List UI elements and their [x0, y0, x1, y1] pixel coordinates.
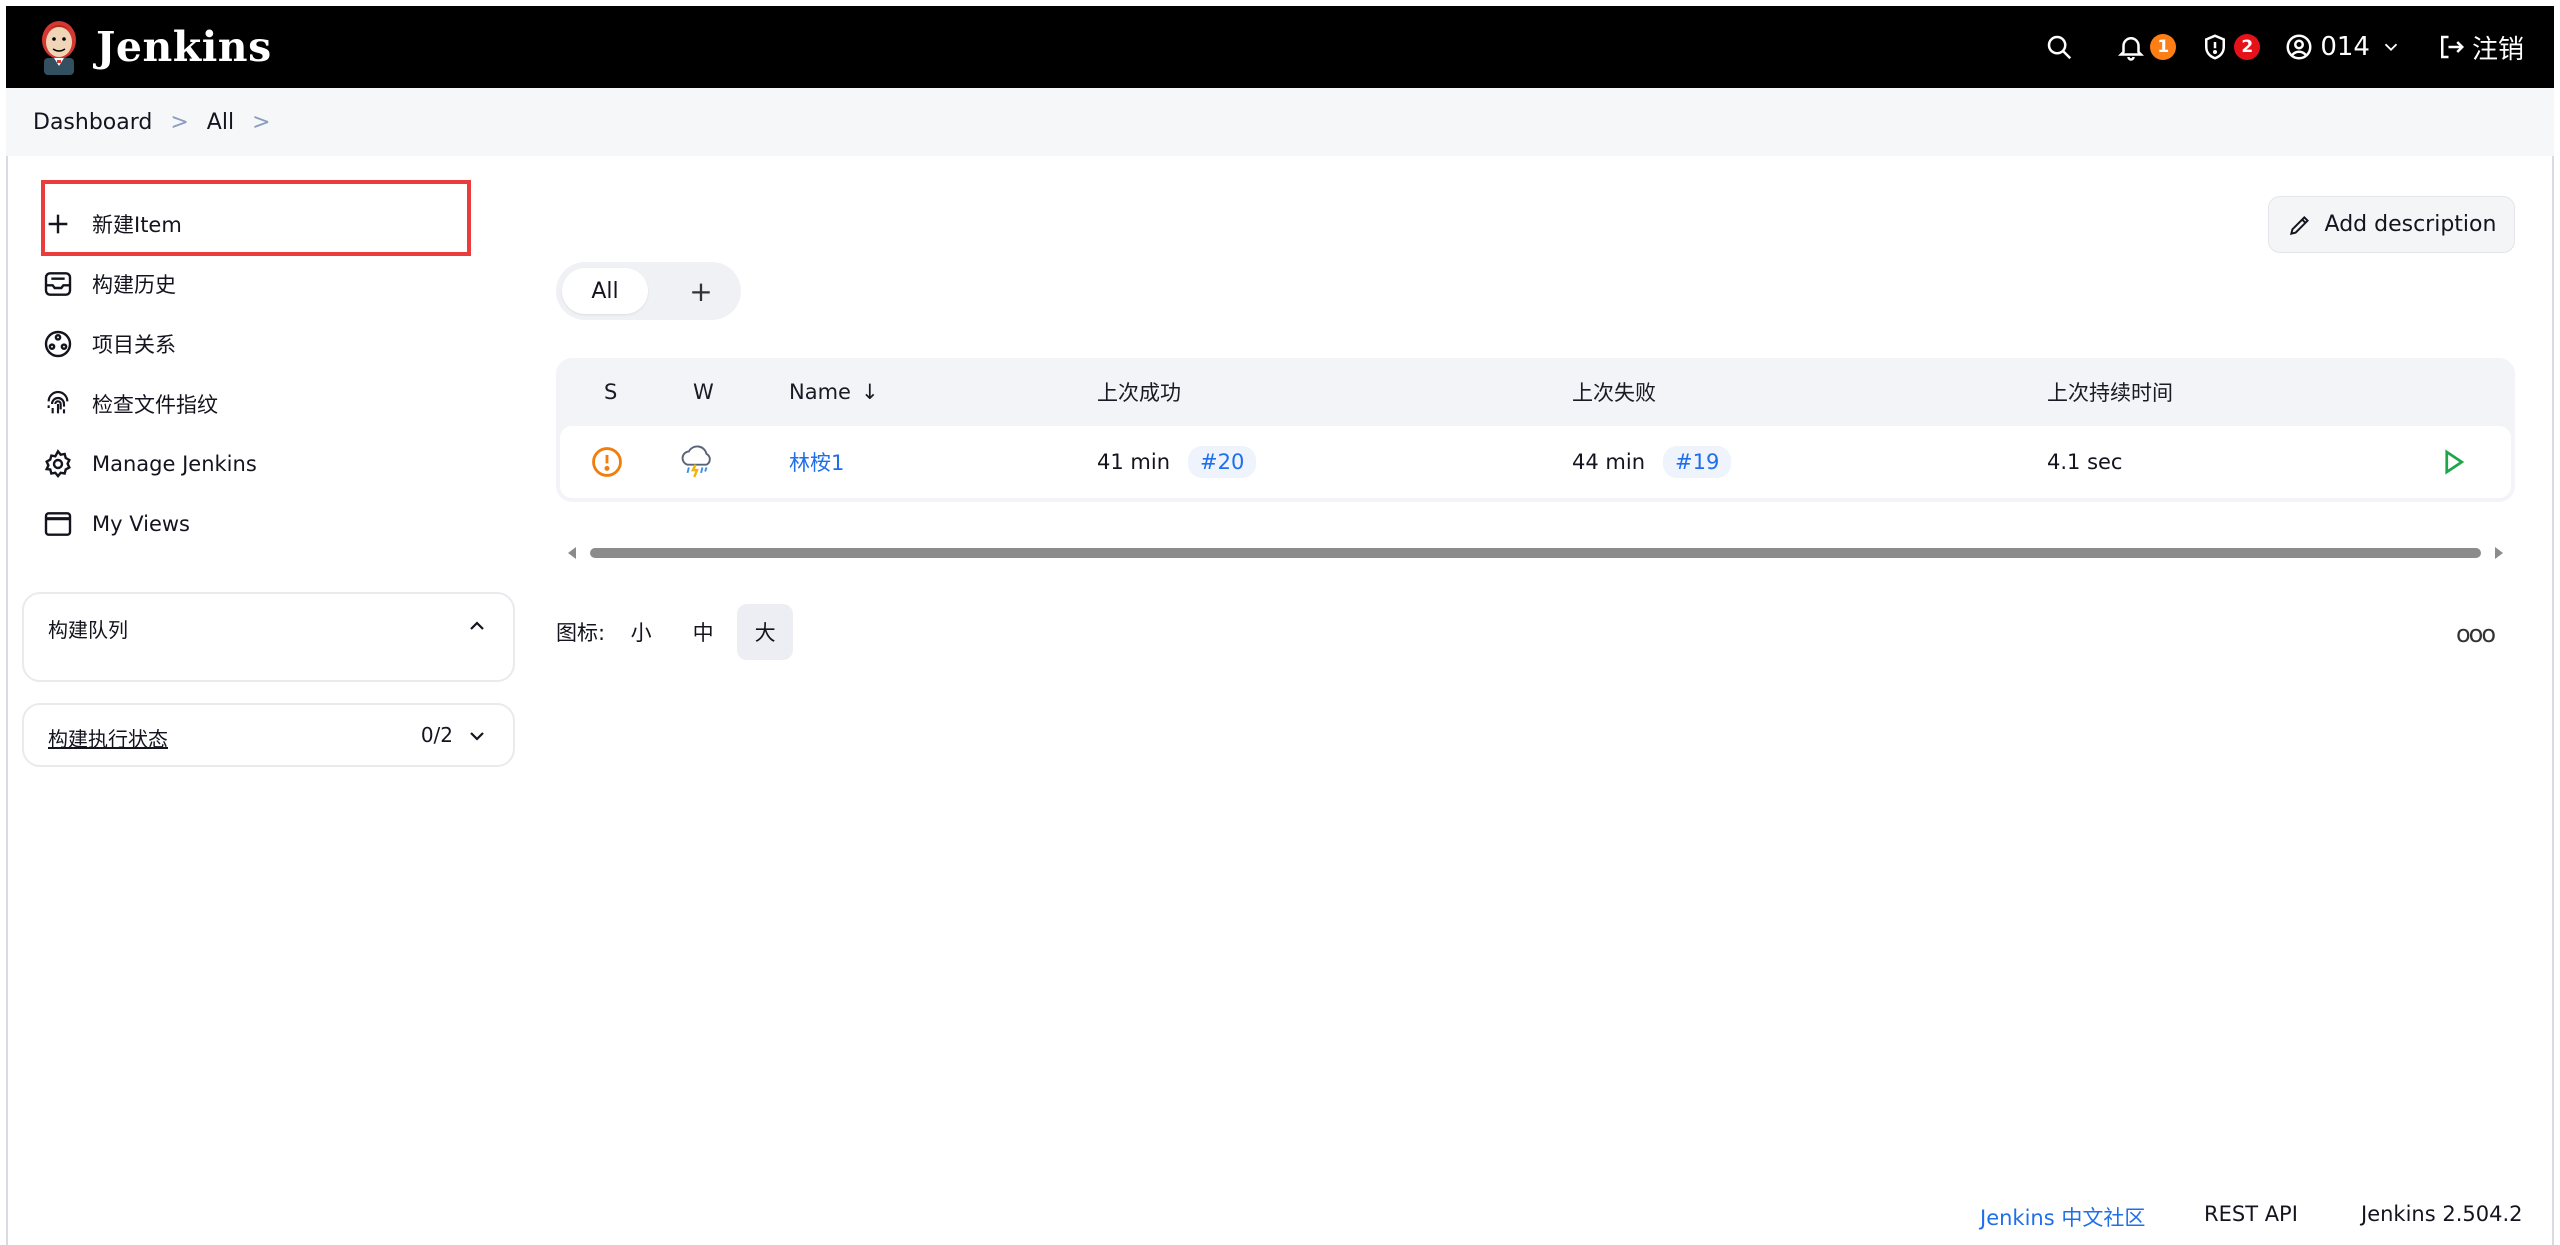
icon-size-label: 图标:: [556, 621, 606, 645]
logout-label: 注销: [2471, 34, 2524, 65]
column-name[interactable]: Name ↓: [789, 358, 879, 426]
job-name-cell: 林桉1: [789, 426, 844, 498]
jobs-table: S W Name ↓ 上次成功 上次失败 上次持续时间 林桉1 41 min #…: [556, 358, 2515, 502]
user-name: 014: [2320, 32, 2370, 62]
inbox-icon: [44, 272, 72, 296]
logout-button[interactable]: 注销: [2436, 29, 2524, 66]
executors-pane: 构建执行状态 0/2: [22, 703, 515, 767]
task-label: 检查文件指纹: [92, 393, 218, 417]
footer-rest-api-link[interactable]: REST API: [2204, 1202, 2298, 1226]
security-button[interactable]: 2: [2200, 32, 2261, 62]
notifications-button[interactable]: 1: [2116, 32, 2177, 62]
header-actions: 1 2 014 注销: [2044, 29, 2524, 66]
column-weather[interactable]: W: [693, 358, 714, 426]
icon-size-selector: 图标: 小 中 大: [556, 604, 794, 660]
last-failure-build-link[interactable]: #19: [1663, 446, 1732, 478]
security-badge: 2: [2234, 34, 2261, 60]
icon-size-medium[interactable]: 中: [675, 604, 731, 660]
jenkins-butler-icon: [42, 21, 76, 75]
task-manage-jenkins[interactable]: Manage Jenkins: [42, 438, 257, 490]
footer-version[interactable]: Jenkins 2.504.2: [2361, 1202, 2523, 1226]
column-status[interactable]: S: [604, 358, 617, 426]
logout-icon: [2440, 35, 2465, 59]
task-label: Manage Jenkins: [92, 452, 257, 476]
column-name-label: Name: [789, 380, 851, 404]
icon-size-large[interactable]: 大: [737, 604, 794, 660]
gear-icon: [44, 449, 71, 479]
pencil-icon: [2289, 215, 2309, 235]
search-icon: [2048, 35, 2072, 60]
task-label: My Views: [92, 512, 190, 536]
shield-icon: [2205, 34, 2226, 60]
fingerprint-icon: [47, 390, 69, 414]
build-queue-title: 构建队列: [48, 618, 128, 642]
view-tabs: All +: [556, 262, 741, 320]
tab-all[interactable]: All: [562, 268, 648, 314]
bell-icon: [2118, 37, 2145, 61]
chevron-down-icon: [2384, 43, 2398, 52]
last-success-build-link[interactable]: #20: [1188, 446, 1257, 478]
column-last-duration[interactable]: 上次持续时间: [2047, 358, 2173, 426]
breadcrumb-all[interactable]: All: [207, 110, 234, 135]
breadcrumb-separator-icon: >: [170, 109, 189, 135]
job-name-link[interactable]: 林桉1: [789, 447, 844, 477]
duration-cell: 4.1 sec: [2047, 450, 2123, 474]
thunderstorm-icon[interactable]: [678, 443, 716, 481]
task-label: 构建历史: [92, 273, 176, 297]
warning-status-icon[interactable]: [590, 445, 624, 479]
executors-count: 0/2: [420, 723, 453, 747]
breadcrumb-dropdown-icon[interactable]: >: [252, 110, 270, 135]
add-description-button[interactable]: Add description: [2268, 196, 2515, 253]
last-failure-cell: 44 min #19: [1572, 426, 1732, 498]
user-circle-icon: [2286, 34, 2312, 60]
chevron-up-icon[interactable]: [465, 614, 489, 638]
column-last-success[interactable]: 上次成功: [1097, 358, 1181, 426]
breadcrumb-dashboard[interactable]: Dashboard: [33, 110, 152, 135]
last-failure-time: 44 min: [1572, 450, 1645, 474]
last-success-time: 41 min: [1097, 450, 1170, 474]
task-build-history[interactable]: 构建历史: [42, 258, 176, 310]
sort-arrow-icon: ↓: [860, 380, 879, 404]
user-menu[interactable]: 014: [2284, 32, 2402, 62]
search-button[interactable]: [2044, 32, 2074, 62]
weather-cell: [678, 426, 716, 498]
relationship-icon: [44, 330, 72, 358]
task-project-relationship[interactable]: 项目关系: [42, 318, 176, 370]
column-last-failure[interactable]: 上次失败: [1572, 358, 1656, 426]
last-success-cell: 41 min #20: [1097, 426, 1257, 498]
chevron-down-icon[interactable]: [465, 724, 489, 748]
play-icon[interactable]: [2438, 447, 2468, 477]
run-cell: [2438, 426, 2468, 498]
status-cell: [590, 426, 624, 498]
add-view-button[interactable]: +: [678, 268, 724, 314]
more-options-icon[interactable]: ooo: [2456, 620, 2496, 648]
footer-community-link[interactable]: Jenkins 中文社区: [1980, 1202, 2145, 1232]
window-icon: [44, 512, 72, 536]
scroll-right-icon[interactable]: [2495, 547, 2503, 559]
app-title: Jenkins: [96, 23, 272, 71]
build-queue-pane: 构建队列: [22, 592, 515, 682]
scroll-thumb[interactable]: [590, 548, 2481, 558]
jenkins-logo[interactable]: Jenkins: [36, 18, 272, 76]
page-header: Jenkins 1 2 014 注销: [6, 6, 2554, 88]
task-label: 项目关系: [92, 333, 176, 357]
horizontal-scrollbar[interactable]: [568, 546, 2503, 560]
table-row: 林桉1 41 min #20 44 min #19 4.1 sec: [560, 426, 2511, 498]
highlight-annotation: [41, 180, 471, 256]
breadcrumb: Dashboard > All >: [6, 88, 2554, 156]
task-my-views[interactable]: My Views: [42, 498, 190, 550]
notifications-badge: 1: [2150, 34, 2177, 60]
icon-size-small[interactable]: 小: [613, 604, 669, 660]
add-description-label: Add description: [2324, 212, 2497, 237]
executors-title[interactable]: 构建执行状态: [48, 723, 168, 752]
task-fingerprint[interactable]: 检查文件指纹: [42, 378, 218, 430]
scroll-left-icon[interactable]: [568, 547, 576, 559]
